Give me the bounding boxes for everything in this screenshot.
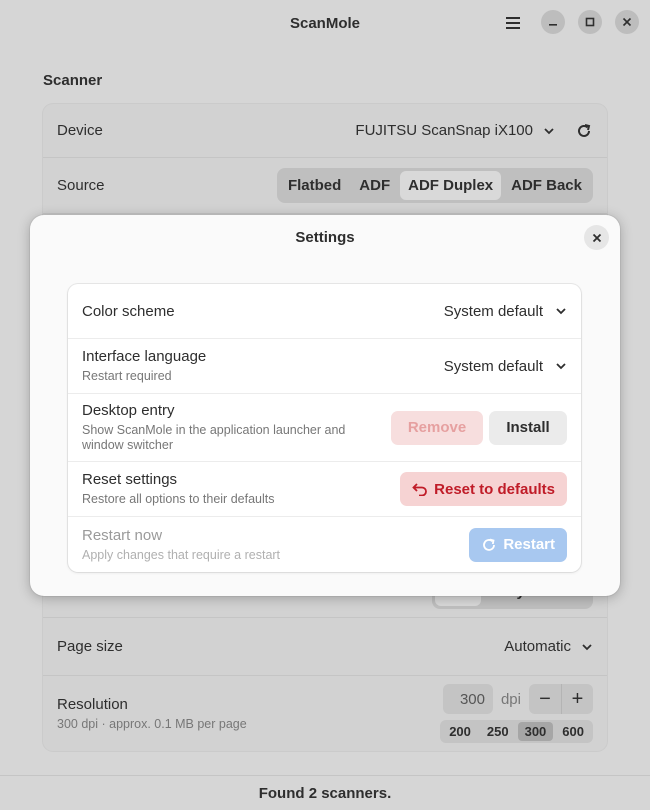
interface-language-title: Interface language bbox=[82, 348, 207, 365]
color-scheme-title: Color scheme bbox=[82, 302, 175, 320]
resolution-subtitle: 300 dpi · approx. 0.1 MB per page bbox=[57, 717, 247, 731]
desktop-entry-row: Desktop entry Show ScanMole in the appli… bbox=[68, 394, 581, 462]
minimize-button[interactable] bbox=[541, 10, 565, 34]
resolution-input[interactable]: 300 bbox=[442, 684, 493, 714]
dpi-preset-250[interactable]: 250 bbox=[480, 722, 516, 741]
settings-dialog: Settings Color scheme System default Int… bbox=[30, 215, 620, 596]
chevron-down-icon bbox=[582, 643, 592, 650]
chevron-down-icon bbox=[556, 308, 566, 315]
minimize-icon bbox=[549, 24, 557, 26]
reset-to-defaults-label: Reset to defaults bbox=[434, 480, 555, 498]
page-size-label: Page size bbox=[57, 638, 123, 655]
install-desktop-entry-button[interactable]: Install bbox=[489, 410, 567, 445]
interface-language-dropdown[interactable]: System default bbox=[444, 358, 543, 375]
close-icon bbox=[592, 233, 601, 242]
reset-to-defaults-button[interactable]: Reset to defaults bbox=[400, 472, 567, 506]
hamburger-menu-icon bbox=[506, 17, 520, 29]
chevron-down-icon bbox=[544, 127, 554, 134]
status-text: Found 2 scanners. bbox=[258, 784, 392, 802]
restart-now-row: Restart now Apply changes that require a… bbox=[68, 517, 581, 572]
scanner-section-title: Scanner bbox=[43, 72, 103, 89]
reset-settings-row: Reset settings Restore all options to th… bbox=[68, 462, 581, 517]
page-size-row: Page size Automatic bbox=[43, 618, 607, 676]
status-bar: Found 2 scanners. bbox=[0, 775, 650, 810]
reset-settings-title: Reset settings bbox=[82, 471, 178, 488]
restart-icon bbox=[483, 538, 496, 551]
close-window-button[interactable] bbox=[615, 10, 639, 34]
device-row: Device FUJITSU ScanSnap iX100 bbox=[43, 104, 607, 158]
interface-language-row[interactable]: Interface language Restart required Syst… bbox=[68, 339, 581, 394]
window-title: ScanMole bbox=[289, 14, 361, 32]
resolution-increase-button[interactable]: + bbox=[561, 684, 593, 714]
undo-arrow-icon bbox=[412, 483, 428, 496]
chevron-down-icon bbox=[556, 363, 566, 370]
resolution-unit: dpi bbox=[500, 690, 521, 708]
refresh-icon[interactable] bbox=[575, 122, 593, 140]
dialog-close-button[interactable] bbox=[584, 225, 609, 250]
close-icon bbox=[622, 17, 632, 27]
source-option-adf-duplex[interactable]: ADF Duplex bbox=[400, 171, 502, 200]
source-row: Source Flatbed ADF ADF Duplex ADF Back bbox=[43, 158, 607, 214]
restart-now-title: Restart now bbox=[82, 526, 163, 544]
dpi-preset-600[interactable]: 600 bbox=[555, 722, 591, 741]
restart-now-subtitle: Apply changes that require a restart bbox=[82, 547, 281, 562]
restart-label: Restart bbox=[503, 536, 555, 553]
source-segmented-control: Flatbed ADF ADF Duplex ADF Back bbox=[276, 168, 593, 203]
resolution-decrease-button[interactable]: − bbox=[529, 684, 561, 714]
source-label: Source bbox=[57, 177, 105, 194]
remove-desktop-entry-button[interactable]: Remove bbox=[391, 410, 483, 445]
restart-button[interactable]: Restart bbox=[469, 527, 567, 562]
desktop-entry-subtitle: Show ScanMole in the application launche… bbox=[82, 423, 346, 452]
maximize-icon bbox=[585, 17, 595, 27]
page-size-dropdown[interactable]: Automatic bbox=[504, 638, 571, 655]
device-dropdown[interactable]: FUJITSU ScanSnap iX100 bbox=[355, 122, 533, 139]
reset-settings-subtitle: Restore all options to their defaults bbox=[82, 492, 275, 506]
resolution-presets: 200 250 300 600 bbox=[440, 720, 593, 743]
maximize-button[interactable] bbox=[578, 10, 602, 34]
resolution-label: Resolution bbox=[57, 696, 128, 713]
dialog-title: Settings bbox=[295, 229, 355, 246]
dpi-preset-300[interactable]: 300 bbox=[517, 722, 554, 741]
color-scheme-dropdown[interactable]: System default bbox=[444, 303, 543, 320]
interface-language-subtitle: Restart required bbox=[82, 369, 172, 383]
device-label: Device bbox=[57, 122, 103, 139]
source-option-flatbed[interactable]: Flatbed bbox=[280, 171, 349, 200]
dpi-preset-200[interactable]: 200 bbox=[442, 722, 478, 741]
settings-list: Color scheme System default Interface la… bbox=[68, 284, 581, 572]
desktop-entry-title: Desktop entry bbox=[82, 402, 175, 419]
resolution-row: Resolution 300 dpi · approx. 0.1 MB per … bbox=[43, 676, 607, 751]
main-menu-button[interactable] bbox=[501, 11, 525, 35]
source-option-adf-back[interactable]: ADF Back bbox=[503, 171, 590, 200]
color-scheme-row[interactable]: Color scheme System default bbox=[68, 284, 581, 339]
source-option-adf[interactable]: ADF bbox=[351, 171, 398, 200]
